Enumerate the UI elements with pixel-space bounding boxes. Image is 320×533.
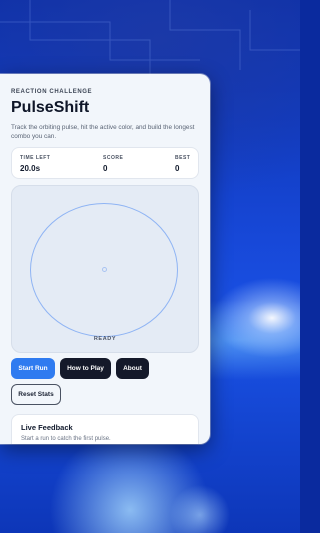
stat-score-value: 0	[103, 164, 108, 173]
game-title: PulseShift	[11, 99, 90, 116]
how-to-play-button[interactable]: How to Play	[60, 358, 111, 379]
eyebrow-label: REACTION CHALLENGE	[11, 89, 93, 95]
stat-time-left-value: 20.0s	[20, 164, 41, 173]
start-run-button[interactable]: Start Run	[11, 358, 55, 379]
stat-best-value: 0	[175, 164, 180, 173]
live-feedback-panel: Live Feedback Start a run to catch the f…	[11, 414, 199, 444]
stat-best: BEST 0	[175, 155, 190, 173]
game-description: Track the orbiting pulse, hit the active…	[11, 124, 195, 140]
about-button[interactable]: About	[116, 358, 149, 379]
stat-score: SCORE 0	[103, 155, 123, 173]
arena-status: READY	[93, 336, 117, 342]
live-feedback-text: Start a run to catch the first pulse.	[21, 436, 111, 442]
center-target	[102, 267, 107, 272]
stat-time-left-label: TIME LEFT	[20, 155, 51, 161]
game-card: REACTION CHALLENGE PulseShift Track the …	[0, 74, 210, 444]
stats-panel: TIME LEFT 20.0s SCORE 0 BEST 0	[11, 147, 199, 179]
game-arena[interactable]: READY	[11, 185, 199, 353]
live-feedback-title: Live Feedback	[21, 423, 73, 432]
stat-time-left: TIME LEFT 20.0s	[20, 155, 50, 173]
stat-best-label: BEST	[175, 155, 191, 161]
reset-stats-button[interactable]: Reset Stats	[11, 384, 61, 405]
stat-score-label: SCORE	[103, 155, 124, 161]
